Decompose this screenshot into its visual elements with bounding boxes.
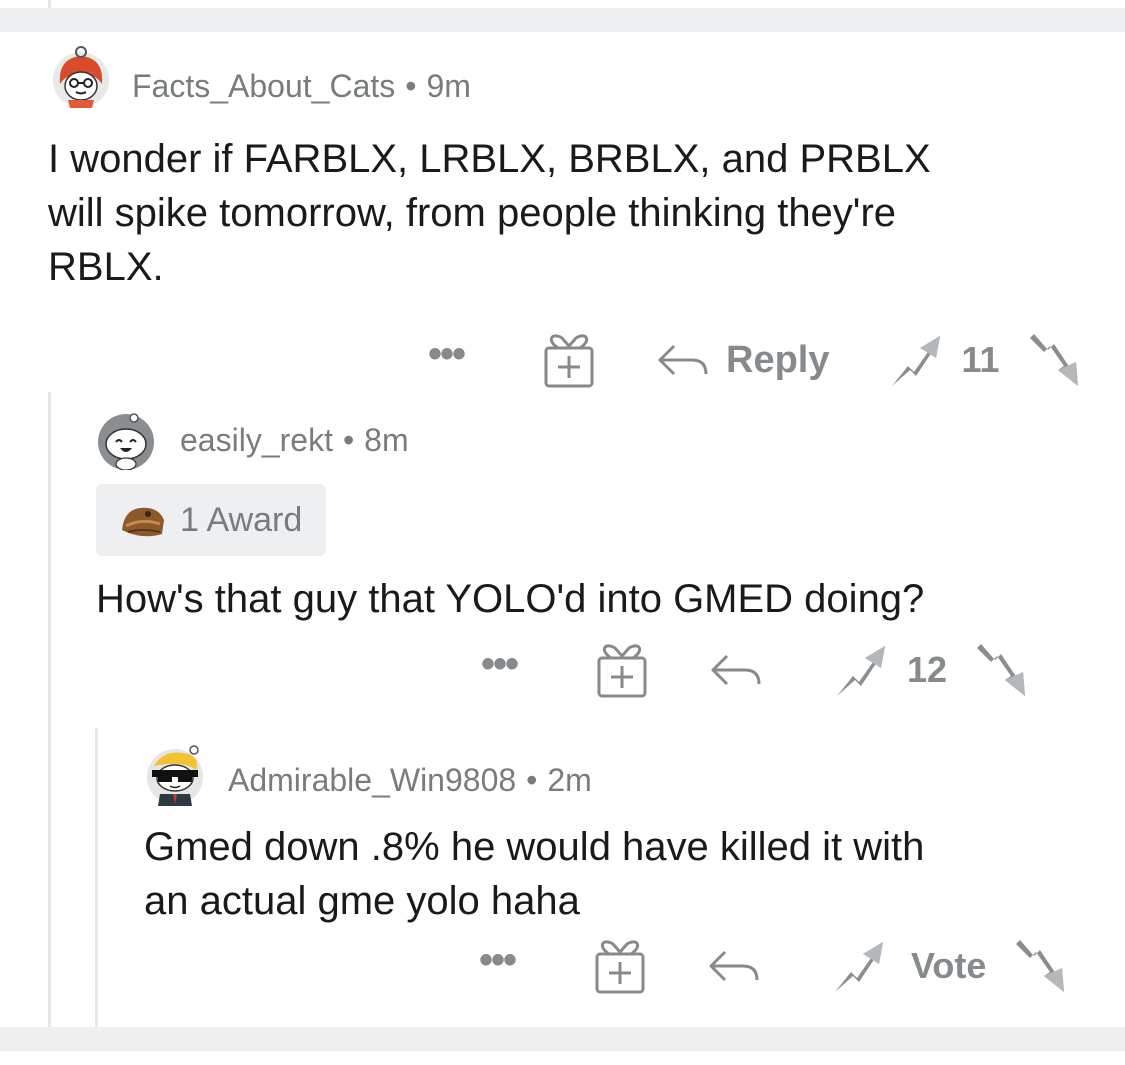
comment-body: Gmed down .8% he would have killed it wi…	[144, 825, 925, 923]
upvote-button[interactable]: 11	[886, 330, 1024, 390]
upvote-arrow-icon	[891, 336, 940, 386]
comment: Admirable_Win9808 • 2m Gmed down .8% he wo…	[144, 738, 1084, 994]
award-icon	[122, 507, 164, 537]
more-options-icon[interactable]: •••	[428, 332, 466, 377]
downvote-button[interactable]	[1010, 936, 1068, 996]
give-award-button[interactable]	[591, 936, 707, 996]
give-award-button[interactable]	[540, 330, 656, 390]
thread-line-level-2[interactable]	[95, 728, 98, 1027]
thread-line-level-1[interactable]	[48, 392, 51, 1027]
reply-arrow-icon	[709, 950, 759, 982]
comment-actions: ••• Vote	[479, 936, 1068, 996]
give-award-button[interactable]	[593, 640, 709, 700]
comment-meta: easily_rekt • 8m	[180, 422, 409, 459]
reply-arrow-icon	[711, 654, 761, 686]
separator-dot: •	[526, 762, 538, 798]
timestamp: 2m	[547, 762, 592, 798]
user-avatar[interactable]	[48, 44, 114, 110]
separator-dot: •	[342, 422, 355, 458]
comment-header: Facts_About_Cats • 9m	[48, 40, 1088, 130]
bottom-separator-band	[0, 1027, 1125, 1051]
comment-body: How's that guy that YOLO'd into GMED doi…	[96, 577, 925, 621]
user-avatar[interactable]	[96, 410, 156, 471]
vote-score: 11	[961, 339, 1000, 380]
vote-score: 12	[907, 649, 948, 690]
author-name[interactable]: Facts_About_Cats	[132, 68, 395, 104]
user-avatar[interactable]	[144, 744, 206, 806]
upvote-arrow-icon	[837, 646, 886, 696]
top-separator-band	[0, 8, 1125, 32]
comment: easily_rekt • 8m 1 Award How's that guy th…	[96, 404, 1086, 698]
downvote-arrow-icon	[1016, 940, 1065, 992]
more-options-icon[interactable]: •••	[481, 642, 519, 687]
upvote-arrow-icon	[835, 942, 884, 992]
vote-label: Vote	[911, 945, 987, 986]
timestamp: 8m	[364, 422, 409, 458]
comment-actions: ••• Reply 11	[428, 330, 1082, 390]
award-count: 1 Award	[180, 500, 303, 539]
author-name[interactable]: Admirable_Win9808	[228, 762, 516, 798]
downvote-button[interactable]	[1024, 330, 1082, 390]
award-badge[interactable]: 1 Award	[96, 484, 327, 556]
comment: Facts_About_Cats • 9m I wonder if FARBLX, …	[48, 40, 1088, 388]
reply-arrow-icon	[658, 344, 708, 376]
reply-label: Reply	[726, 338, 830, 381]
downvote-arrow-icon	[1029, 334, 1078, 386]
gift-icon	[595, 940, 645, 994]
downvote-arrow-icon	[977, 644, 1026, 696]
reply-button[interactable]	[707, 946, 829, 986]
gift-icon	[544, 334, 594, 388]
comment-meta: Admirable_Win9808 • 2m	[228, 762, 592, 799]
reply-button[interactable]	[709, 650, 831, 690]
more-options-icon[interactable]: •••	[479, 938, 517, 983]
comment-actions: ••• 12	[481, 640, 1029, 700]
comment-meta: Facts_About_Cats • 9m	[132, 68, 471, 105]
author-name[interactable]: easily_rekt	[180, 422, 333, 458]
parent-thread-line	[48, 0, 51, 8]
comment-header: easily_rekt • 8m	[96, 404, 1086, 484]
upvote-button[interactable]: Vote	[829, 936, 1010, 996]
timestamp: 9m	[426, 68, 471, 104]
downvote-button[interactable]	[971, 640, 1029, 700]
gift-icon	[597, 644, 647, 698]
separator-dot: •	[405, 68, 417, 104]
comment-header: Admirable_Win9808 • 2m	[144, 738, 1084, 816]
upvote-button[interactable]: 12	[831, 640, 971, 700]
reply-button[interactable]: Reply	[656, 339, 885, 382]
comment-body: I wonder if FARBLX, LRBLX, BRBLX, and PR…	[48, 137, 931, 289]
